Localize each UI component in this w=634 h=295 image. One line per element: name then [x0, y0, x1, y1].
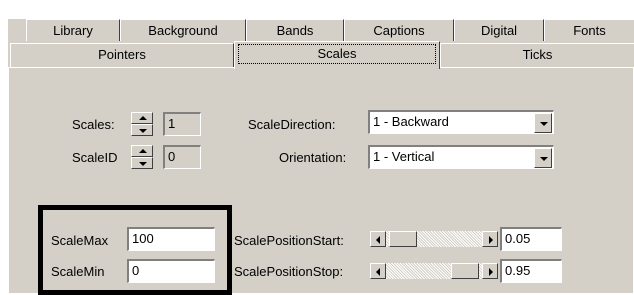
tab-scales-label: Scales: [237, 43, 437, 65]
orientation-dropdown-button[interactable]: [534, 148, 552, 168]
tab-fonts[interactable]: Fonts: [544, 19, 634, 41]
spin-updown-icon: [139, 129, 147, 133]
scrollbar-thumb[interactable]: [451, 263, 479, 279]
chevron-down-icon: [540, 122, 548, 126]
spin-up-button[interactable]: [131, 112, 153, 124]
orientation-combo[interactable]: 1 - Vertical: [368, 145, 554, 169]
scale-id-field[interactable]: 0: [163, 145, 201, 169]
tab-ticks[interactable]: Ticks: [440, 43, 634, 67]
tab-bands-label: Bands: [276, 23, 314, 38]
scale-direction-label: ScaleDirection:: [248, 117, 336, 132]
spin-updown-icon: [139, 149, 147, 153]
spin-updown-icon: [139, 116, 147, 120]
scroll-left-arrow-icon: [376, 236, 380, 244]
scales-field[interactable]: 1: [163, 112, 201, 136]
orientation-value: 1 - Vertical: [373, 149, 435, 164]
orientation-label: Orientation:: [279, 150, 347, 165]
tab-captions-label: Captions: [373, 23, 425, 38]
tab-fonts-label: Fonts: [573, 23, 606, 38]
tab-library-label: Library: [53, 23, 93, 38]
tab-background[interactable]: Background: [120, 19, 246, 41]
tab-digital[interactable]: Digital: [454, 19, 544, 41]
tab-background-label: Background: [148, 23, 218, 38]
scroll-right-button[interactable]: [482, 263, 498, 279]
scroll-right-button[interactable]: [482, 231, 498, 247]
scale-position-start-scrollbar[interactable]: [370, 231, 498, 247]
scale-direction-combo[interactable]: 1 - Backward: [368, 110, 554, 134]
scale-id-spinner[interactable]: [131, 145, 153, 169]
scale-position-stop-field[interactable]: 0.95: [500, 259, 562, 283]
tab-pointers-label: Pointers: [98, 47, 146, 62]
scroll-left-button[interactable]: [370, 263, 386, 279]
chevron-down-icon: [540, 157, 548, 161]
scroll-right-arrow-icon: [489, 268, 493, 276]
panel-top-edge: [8, 67, 234, 68]
tab-ticks-label: Ticks: [522, 47, 553, 62]
scale-position-start-label: ScalePositionStart:: [234, 233, 344, 248]
tab-captions[interactable]: Captions: [344, 19, 454, 41]
scale-position-start-field[interactable]: 0.05: [500, 227, 562, 251]
scroll-left-button[interactable]: [370, 231, 386, 247]
scale-position-stop-label: ScalePositionStop:: [234, 264, 344, 279]
tab-digital-label: Digital: [480, 23, 518, 38]
scroll-left-arrow-icon: [376, 268, 380, 276]
tab-scales[interactable]: Scales: [234, 41, 440, 69]
scale-position-stop-scrollbar[interactable]: [370, 263, 498, 279]
scroll-right-arrow-icon: [489, 236, 493, 244]
spin-down-button[interactable]: [131, 157, 153, 169]
scale-direction-dropdown-button[interactable]: [534, 113, 552, 133]
spin-down-button[interactable]: [131, 124, 153, 136]
highlight-box: [38, 205, 232, 295]
tab-pointers[interactable]: Pointers: [10, 43, 234, 67]
tab-library[interactable]: Library: [26, 19, 120, 41]
spin-updown-icon: [139, 162, 147, 166]
scale-id-label: ScaleID: [72, 150, 118, 165]
scrollbar-thumb[interactable]: [389, 231, 417, 247]
scales-spinner[interactable]: [131, 112, 153, 136]
panel-top-edge: [440, 67, 634, 68]
scales-label: Scales:: [72, 117, 115, 132]
scale-direction-value: 1 - Backward: [373, 114, 449, 129]
spin-up-button[interactable]: [131, 145, 153, 157]
tab-bands[interactable]: Bands: [246, 19, 344, 41]
